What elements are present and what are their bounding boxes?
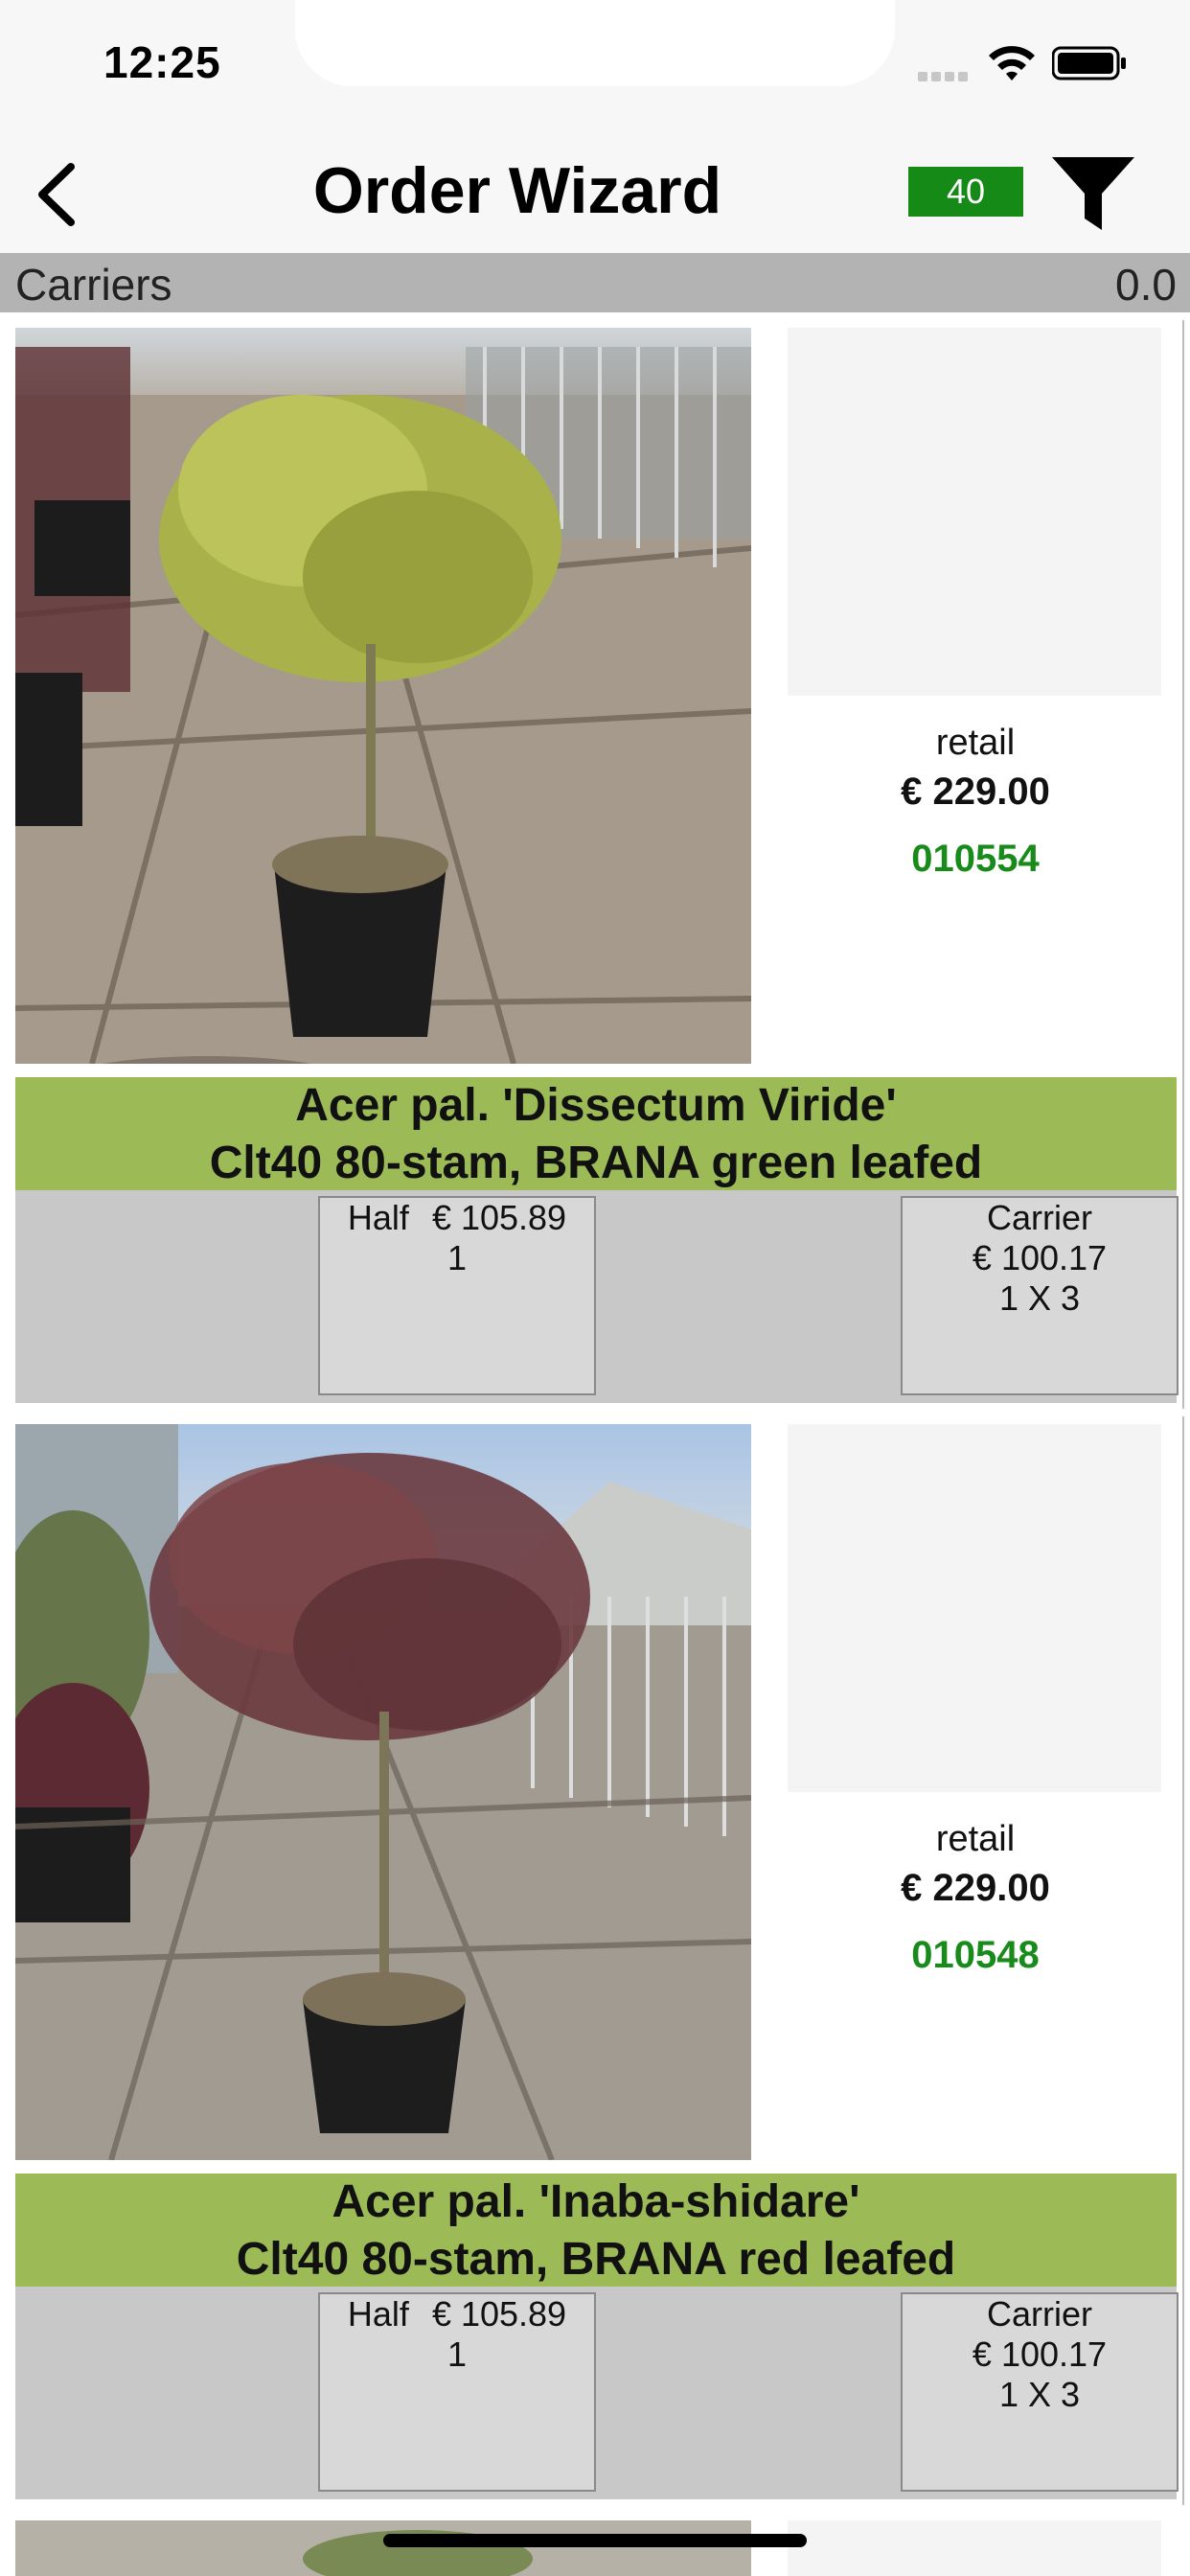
retail-label: retail	[935, 723, 1016, 763]
half-label: Half	[347, 1198, 409, 1237]
half-price: € 105.89	[431, 2294, 567, 2334]
item-count-badge: 40	[908, 167, 1023, 217]
status-time: 12:25	[103, 37, 221, 87]
notch	[295, 0, 895, 86]
product-photo	[15, 328, 751, 1064]
carrier-quantity: 1 X 3	[998, 2375, 1081, 2414]
product-side-panel	[788, 2520, 1161, 2576]
price-options: Half € 105.89 1 Carrier € 100.17 1 X 3	[15, 1190, 1179, 1403]
product-card[interactable]: retail € 229.00 010548 Acer pal. 'Inaba-…	[8, 1416, 1184, 2505]
home-indicator[interactable]	[383, 2534, 807, 2547]
carrier-price-button[interactable]: Carrier € 100.17 1 X 3	[901, 1196, 1179, 1395]
retail-price: € 229.00	[901, 770, 1050, 813]
product-side-panel	[788, 1424, 1161, 1792]
page-title: Order Wizard	[312, 154, 722, 227]
carrier-price: € 100.17	[972, 2334, 1108, 2374]
half-price-button[interactable]: Half € 105.89 1	[318, 2292, 596, 2492]
retail-price: € 229.00	[901, 1867, 1050, 1909]
product-photo	[15, 1424, 751, 2160]
product-spec: Clt40 80-stam, BRANA green leafed	[209, 1138, 983, 1188]
wifi-icon	[989, 46, 1035, 80]
product-card[interactable]: retail € 229.00 010554 Acer pal. 'Dissec…	[8, 320, 1184, 1409]
product-spec: Clt40 80-stam, BRANA red leafed	[236, 2234, 956, 2285]
item-code: 010548	[911, 1934, 1040, 1976]
half-quantity: 1	[446, 2334, 468, 2374]
filter-icon[interactable]	[1048, 153, 1138, 234]
carrier-label: Carrier	[986, 1198, 1092, 1237]
product-name-band: Acer pal. 'Dissectum Viride' Clt40 80-st…	[15, 1077, 1177, 1190]
carriers-label: Carriers	[15, 260, 172, 310]
battery-icon	[1052, 46, 1126, 80]
cellular-signal-icon	[918, 69, 973, 81]
half-label: Half	[347, 2294, 409, 2334]
product-name-band: Acer pal. 'Inaba-shidare' Clt40 80-stam,…	[15, 2174, 1177, 2287]
screen: 12:25 Order Wizard 40 Carriers 0.0 retai…	[0, 0, 1190, 2576]
product-name: Acer pal. 'Dissectum Viride'	[295, 1080, 897, 1131]
nav-bar: Order Wizard 40	[0, 134, 1190, 253]
carrier-price: € 100.17	[972, 1238, 1108, 1277]
carrier-label: Carrier	[986, 2294, 1092, 2334]
carrier-price-button[interactable]: Carrier € 100.17 1 X 3	[901, 2292, 1179, 2492]
carriers-value: 0.0	[1115, 260, 1177, 310]
half-price: € 105.89	[431, 1198, 567, 1237]
product-photo	[15, 2520, 751, 2576]
product-name: Acer pal. 'Inaba-shidare'	[332, 2176, 860, 2227]
status-bar: 12:25	[0, 0, 1190, 134]
item-code: 010554	[911, 838, 1040, 880]
half-quantity: 1	[446, 1238, 468, 1277]
price-options: Half € 105.89 1 Carrier € 100.17 1 X 3	[15, 2287, 1179, 2499]
product-side-panel	[788, 328, 1161, 696]
retail-label: retail	[935, 1819, 1016, 1859]
half-price-button[interactable]: Half € 105.89 1	[318, 1196, 596, 1395]
carriers-summary-bar: Carriers 0.0	[0, 253, 1190, 312]
carrier-quantity: 1 X 3	[998, 1278, 1081, 1318]
